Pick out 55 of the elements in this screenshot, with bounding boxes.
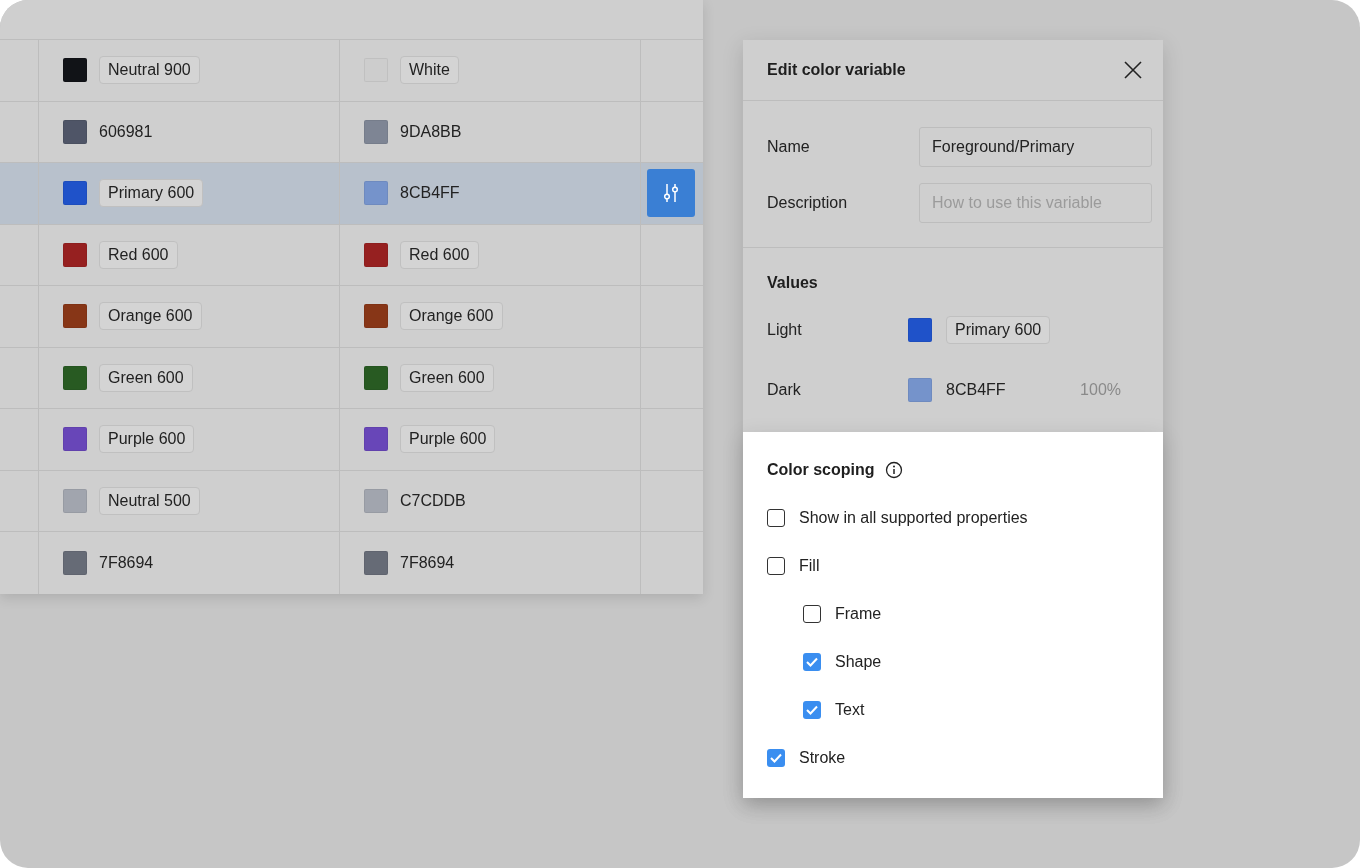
checkbox[interactable] xyxy=(767,749,785,767)
checkbox-label: Text xyxy=(835,701,865,719)
panel-title: Edit color variable xyxy=(767,61,906,79)
checkbox[interactable] xyxy=(767,509,785,527)
mode-label: Dark xyxy=(767,381,802,399)
checkbox-label: Show in all supported properties xyxy=(799,509,1028,527)
token-chip: Neutral 500 xyxy=(99,486,200,515)
hex-value: 8CB4FF xyxy=(400,184,460,203)
close-icon xyxy=(1123,60,1143,80)
close-button[interactable] xyxy=(1123,60,1143,80)
hex-value[interactable]: 8CB4FF xyxy=(946,381,1006,399)
token-chip: Purple 600 xyxy=(400,425,496,454)
scoping-heading: Color scoping xyxy=(767,461,875,479)
values-heading: Values xyxy=(767,274,819,292)
token-chip[interactable]: Primary 600 xyxy=(946,316,1051,344)
edit-variable-button[interactable] xyxy=(647,169,695,218)
checkbox[interactable] xyxy=(803,701,821,719)
token-chip: Primary 600 xyxy=(99,179,204,208)
token-chip: White xyxy=(400,56,459,85)
token-chip: Green 600 xyxy=(400,363,494,392)
text-field[interactable]: Foreground/Primary xyxy=(919,127,1152,167)
table-row[interactable]: Orange 600 Orange 600 xyxy=(0,286,703,348)
table-row[interactable]: Primary 600 8CB4FF xyxy=(0,163,703,225)
token-chip: Red 600 xyxy=(400,240,479,269)
color-swatch[interactable] xyxy=(908,318,932,342)
hex-value: 7F8694 xyxy=(400,553,455,572)
token-chip: Purple 600 xyxy=(99,425,195,454)
token-chip: Orange 600 xyxy=(400,302,503,331)
hex-value: 606981 xyxy=(99,122,153,141)
checkbox-label: Shape xyxy=(835,653,882,671)
info-icon[interactable] xyxy=(884,461,903,479)
table-row[interactable]: 7F8694 7F8694 xyxy=(0,532,703,594)
checkbox[interactable] xyxy=(803,605,821,623)
table-row[interactable]: Neutral 900 White xyxy=(0,40,703,102)
mode-label: Light xyxy=(767,321,803,339)
table-row[interactable]: Purple 600 Purple 600 xyxy=(0,409,703,471)
checkbox[interactable] xyxy=(803,653,821,671)
checkbox-label: Fill xyxy=(799,557,820,575)
sliders-icon xyxy=(661,182,681,205)
checkbox-label: Stroke xyxy=(799,749,846,767)
table-row[interactable]: Neutral 500 C7CDDB xyxy=(0,470,703,532)
table-row[interactable]: Green 600 Green 600 xyxy=(0,347,703,409)
token-chip: Green 600 xyxy=(99,363,193,392)
hex-value: 9DA8BB xyxy=(400,122,462,141)
checkbox-label: Frame xyxy=(835,605,882,623)
color-swatch[interactable] xyxy=(908,378,932,402)
token-chip: Red 600 xyxy=(99,240,178,269)
field-label: Name xyxy=(767,138,811,156)
hex-value: 7F8694 xyxy=(99,553,154,572)
checkbox[interactable] xyxy=(767,557,785,575)
token-chip: Orange 600 xyxy=(99,302,202,331)
token-chip: Neutral 900 xyxy=(99,56,200,85)
hex-value: C7CDDB xyxy=(400,491,466,510)
table-row[interactable]: Red 600 Red 600 xyxy=(0,224,703,286)
field-label: Description xyxy=(767,194,849,212)
